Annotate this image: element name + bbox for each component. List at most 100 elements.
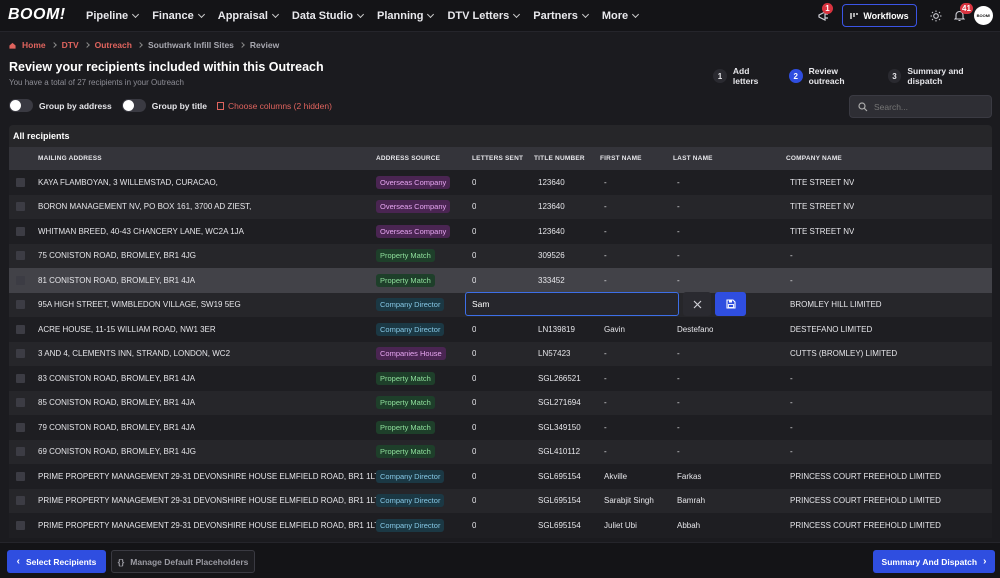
top-nav: BOOM! Pipeline Finance Appraisal Data St… — [0, 0, 1000, 32]
table-row[interactable]: PRIME PROPERTY MANAGEMENT 29-31 DEVONSHI… — [9, 464, 992, 489]
group-by-title-label: Group by title — [151, 100, 207, 111]
cell-company-name: TITE STREET NV — [790, 177, 855, 187]
row-checkbox[interactable] — [16, 251, 25, 261]
row-checkbox[interactable] — [16, 275, 25, 285]
breadcrumb-dtv[interactable]: DTV — [62, 40, 79, 50]
row-checkbox[interactable] — [16, 324, 25, 334]
step-number: 3 — [887, 69, 902, 83]
step-review-outreach[interactable]: 2 Review outreach — [788, 66, 876, 86]
search-input[interactable] — [874, 101, 984, 112]
address-source-badge: Overseas Company — [376, 175, 451, 189]
table-row[interactable]: 3 AND 4, CLEMENTS INN, STRAND, LONDON, W… — [9, 341, 992, 366]
menu-finance[interactable]: Finance — [152, 10, 210, 22]
table-row[interactable]: WHITMAN BREED, 40-43 CHANCERY LANE, WC2A… — [9, 219, 992, 244]
row-checkbox[interactable] — [16, 496, 25, 506]
table-row[interactable]: PRIME PROPERTY MANAGEMENT 29-31 DEVONSHI… — [9, 488, 992, 513]
cell-last-name: - — [677, 202, 680, 212]
breadcrumb-home[interactable]: Home — [22, 40, 46, 50]
cell-first-name[interactable]: Sarabjit Singh — [604, 496, 654, 505]
cell-company-name: DESTEFANO LIMITED — [790, 324, 873, 334]
menu-data-studio[interactable]: Data Studio — [292, 10, 369, 22]
workflows-button[interactable]: Workflows — [842, 4, 917, 27]
choose-columns-link[interactable]: Choose columns (2 hidden) — [217, 101, 332, 111]
step-summary-dispatch[interactable]: 3 Summary and dispatch — [887, 66, 1000, 86]
chevron-right-icon — [83, 42, 90, 48]
cell-first-name[interactable]: - — [604, 251, 607, 260]
row-checkbox[interactable] — [16, 447, 25, 457]
chevron-down-icon — [632, 10, 640, 19]
cell-last-name: Farkas — [677, 471, 702, 481]
select-recipients-button[interactable]: ‹ Select Recipients — [7, 550, 106, 573]
table-row[interactable]: 81 CONISTON ROAD, BROMLEY, BR1 4JA Proper… — [9, 268, 992, 293]
row-checkbox[interactable] — [16, 373, 25, 383]
cell-first-name[interactable]: - — [604, 374, 607, 383]
cell-first-name[interactable]: Gavin — [604, 325, 625, 334]
row-checkbox[interactable] — [16, 471, 25, 481]
col-title-number[interactable]: TITLE NUMBER — [534, 155, 585, 162]
col-address-source[interactable]: ADDRESS SOURCE — [376, 155, 440, 162]
breadcrumb-site[interactable]: Southwark Infill Sites — [148, 40, 234, 50]
sun-icon[interactable] — [927, 7, 945, 25]
table-row[interactable]: 79 CONISTON ROAD, BROMLEY, BR1 4JA Proper… — [9, 415, 992, 440]
row-checkbox[interactable] — [16, 422, 25, 432]
row-checkbox[interactable] — [16, 226, 25, 236]
col-mailing-address[interactable]: MAILING ADDRESS — [38, 155, 102, 162]
col-first-name[interactable]: FIRST NAME — [600, 155, 642, 162]
table-row[interactable]: 83 CONISTON ROAD, BROMLEY, BR1 4JA Proper… — [9, 366, 992, 391]
cell-first-name[interactable]: - — [604, 349, 607, 358]
menu-partners[interactable]: Partners — [533, 10, 594, 22]
table-row[interactable]: PRIME PROPERTY MANAGEMENT 29-31 DEVONSHI… — [9, 513, 992, 538]
table-row[interactable]: ACRE HOUSE, 11-15 WILLIAM ROAD, NW1 3ER C… — [9, 317, 992, 342]
row-checkbox[interactable] — [16, 202, 25, 212]
summary-dispatch-button[interactable]: Summary And Dispatch › — [873, 550, 995, 573]
cell-first-name[interactable]: - — [604, 276, 607, 285]
row-checkbox[interactable] — [16, 177, 25, 187]
chevron-down-icon — [356, 10, 365, 19]
row-checkbox[interactable] — [16, 520, 25, 530]
cell-company-name: PRINCESS COURT FREEHOLD LIMITED — [790, 520, 941, 530]
chevron-down-icon — [427, 10, 435, 19]
cell-letters-sent: 0 — [472, 226, 477, 236]
address-source-badge: Property Match — [376, 273, 435, 287]
cell-first-name[interactable]: Akville — [604, 472, 627, 481]
address-source-badge: Company Director — [376, 469, 445, 483]
table-row[interactable]: 69 CONISTON ROAD, BROMLEY, BR1 4JG Proper… — [9, 439, 992, 464]
cell-letters-sent: 0 — [472, 398, 477, 408]
table-row[interactable]: 75 CONISTON ROAD, BROMLEY, BR1 4JG Proper… — [9, 243, 992, 268]
menu-more[interactable]: More — [602, 10, 644, 22]
save-edit-button[interactable] — [715, 292, 746, 316]
col-company-name[interactable]: COMPANY NAME — [786, 155, 842, 162]
col-letters-sent[interactable]: LETTERS SENT — [472, 155, 523, 162]
table-row[interactable]: KAYA FLAMBOYAN, 3 WILLEMSTAD, CURACAO, Ov… — [9, 170, 992, 195]
first-name-edit-input[interactable] — [465, 292, 679, 316]
avatar[interactable]: BOOM! — [974, 6, 993, 25]
group-by-address-toggle[interactable] — [9, 99, 33, 112]
menu-appraisal[interactable]: Appraisal — [218, 10, 284, 22]
breadcrumb-outreach[interactable]: Outreach — [95, 40, 132, 50]
cell-first-name[interactable]: - — [604, 202, 607, 211]
step-add-letters[interactable]: 1 Add letters — [713, 66, 777, 86]
row-checkbox[interactable] — [16, 300, 25, 310]
manage-placeholders-button[interactable]: {} Manage Default Placeholders — [111, 550, 255, 573]
cell-first-name[interactable]: - — [604, 447, 607, 456]
menu-planning[interactable]: Planning — [377, 10, 439, 22]
group-by-title-toggle[interactable] — [121, 99, 146, 112]
cell-last-name: Abbah — [677, 520, 701, 530]
cell-first-name[interactable]: Juliet Ubi — [604, 521, 637, 530]
cell-first-name[interactable]: - — [604, 423, 607, 432]
logo[interactable]: BOOM! — [8, 6, 66, 24]
menu-dtv-letters[interactable]: DTV Letters — [447, 10, 525, 22]
recipients-table: All recipients MAILING ADDRESS ADDRESS S… — [9, 125, 992, 538]
search-box[interactable] — [849, 95, 992, 118]
cell-first-name[interactable]: - — [604, 227, 607, 236]
cell-first-name[interactable]: - — [604, 398, 607, 407]
cell-first-name[interactable]: - — [604, 178, 607, 187]
cancel-edit-button[interactable] — [683, 292, 711, 316]
menu-pipeline[interactable]: Pipeline — [86, 10, 144, 22]
cell-company-name: TITE STREET NV — [790, 202, 855, 212]
row-checkbox[interactable] — [16, 349, 25, 359]
row-checkbox[interactable] — [16, 398, 25, 408]
table-row[interactable]: BORON MANAGEMENT NV, PO BOX 161, 3700 AD… — [9, 194, 992, 219]
table-row[interactable]: 85 CONISTON ROAD, BROMLEY, BR1 4JA Proper… — [9, 390, 992, 415]
col-last-name[interactable]: LAST NAME — [673, 155, 713, 162]
